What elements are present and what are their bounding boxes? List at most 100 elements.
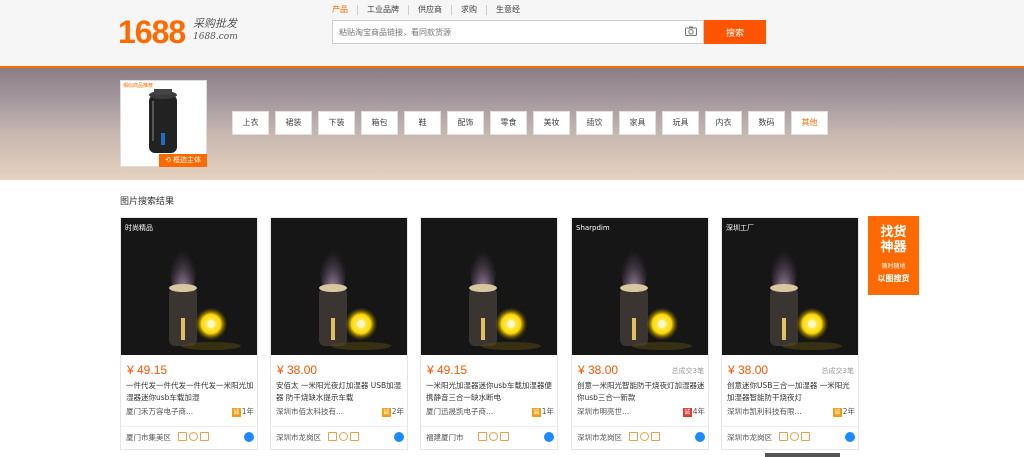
search-type-nav: 产品 工业品牌 供应商 求购 生意经 — [332, 5, 529, 15]
product-image[interactable]: Sharpdim — [572, 218, 708, 355]
service-badge-icon — [350, 432, 359, 441]
product-price: ¥ 49.15 — [427, 363, 468, 377]
category-underwear[interactable]: 内衣 — [705, 111, 742, 135]
category-tops[interactable]: 上衣 — [232, 111, 269, 135]
category-toys[interactable]: 玩具 — [662, 111, 699, 135]
image-brand-label: 深圳工厂 — [726, 224, 754, 232]
humidifier-photo — [121, 218, 257, 355]
product-price: ¥ 49.15 — [127, 363, 168, 377]
promo-sub-2: 以图搜货 — [877, 274, 910, 283]
membership-years: 诚 1年 — [231, 406, 254, 417]
price-row: ¥ 38.00 总成交3笔 — [728, 363, 854, 377]
product-image[interactable]: 时尚精品 — [121, 218, 257, 355]
category-accessories[interactable]: 配饰 — [447, 111, 484, 135]
service-badge-icon — [328, 432, 337, 441]
chengxintong-icon: 诚 — [531, 407, 541, 417]
product-title[interactable]: 安佰太 一米阳光夜灯加湿器 USB加湿器 防干烧缺水提示车载 — [276, 380, 404, 404]
shop-location: 厦门市集美区 — [126, 433, 171, 442]
find-goods-promo[interactable]: 找货 神器 随时随地 以图搜货 — [868, 216, 919, 295]
search-input[interactable] — [333, 21, 673, 43]
chat-icon[interactable] — [845, 432, 855, 442]
years-text: 4年 — [692, 407, 705, 416]
crop-icon: ⟲ — [164, 156, 174, 164]
promo-sub-1: 随时随地 — [881, 263, 906, 270]
camera-icon[interactable] — [685, 26, 697, 36]
category-snacks[interactable]: 零食 — [490, 111, 527, 135]
chat-icon[interactable] — [695, 432, 705, 442]
category-dresses[interactable]: 裙装 — [275, 111, 312, 135]
nav-suppliers[interactable]: 供应商 — [408, 5, 451, 15]
product-card[interactable]: Sharpdim ¥ 38.00 总成交3笔 创意一米阳光智能防干烧夜灯加湿器迷… — [571, 217, 709, 450]
category-digital[interactable]: 数码 — [748, 111, 785, 135]
chengxintong-icon: 诚 — [231, 407, 241, 417]
category-beauty[interactable]: 美妆 — [533, 111, 570, 135]
shop-row: 深圳市凯利科技有限... 诚 2年 — [727, 406, 855, 418]
years-text: 2年 — [391, 407, 404, 416]
chengxintong-icon: 诚 — [832, 407, 842, 417]
product-image[interactable] — [421, 218, 557, 355]
horizontal-scrollbar[interactable] — [765, 453, 840, 457]
product-title[interactable]: 创意一米阳光智能防干烧夜灯加湿器迷你usb三合一新款 — [577, 380, 705, 404]
category-shoes[interactable]: 鞋 — [404, 111, 441, 135]
service-badge-icon — [178, 432, 187, 441]
product-card[interactable]: ¥ 49.15 一米阳光加湿器迷你usb车载加湿器便携静音三合一缺水断电 厦门迅… — [420, 217, 558, 450]
product-price: ¥ 38.00 — [277, 363, 318, 377]
location-row: 厦门市集美区 — [126, 432, 254, 444]
card-divider — [421, 426, 557, 427]
search-button[interactable]: 搜索 — [704, 20, 766, 44]
guarantee-badge-icon — [640, 432, 649, 441]
guarantee-badge-icon — [489, 432, 498, 441]
price-row: ¥ 38.00 总成交3笔 — [578, 363, 704, 377]
location-row: 深圳市龙岗区 — [577, 432, 705, 444]
service-badge-icon — [478, 432, 487, 441]
product-image[interactable] — [271, 218, 407, 355]
shop-name[interactable]: 深圳市明亮世... — [577, 407, 629, 416]
chat-icon[interactable] — [394, 432, 404, 442]
shop-name[interactable]: 深圳市凯利科技有限... — [727, 407, 802, 416]
location-row: 福建厦门市 — [426, 432, 554, 444]
nav-industrial-brands[interactable]: 工业品牌 — [357, 5, 408, 15]
chat-icon[interactable] — [544, 432, 554, 442]
humidifier-photo — [271, 218, 407, 355]
nav-buying-requests[interactable]: 求购 — [451, 5, 486, 15]
service-badges — [328, 432, 361, 441]
results-heading: 图片搜索结果 — [120, 197, 175, 207]
product-title[interactable]: 创意迷你USB三合一加湿器 一米阳光加湿器智能防干烧夜灯 — [727, 380, 855, 404]
shop-location: 深圳市龙岗区 — [577, 433, 622, 442]
membership-years: 诚 1年 — [531, 406, 554, 417]
service-badges — [478, 432, 511, 441]
nav-products[interactable]: 产品 — [332, 5, 357, 15]
category-bags[interactable]: 箱包 — [361, 111, 398, 135]
query-image-thumbnail[interactable]: 相似商品推荐 ⟲ 框选主体 — [120, 80, 207, 167]
product-card[interactable]: 时尚精品 ¥ 49.15 一件代发一件代发一件代发一米阳光加湿器迷你usb车载加… — [120, 217, 258, 450]
chat-icon[interactable] — [244, 432, 254, 442]
category-furniture[interactable]: 家具 — [619, 111, 656, 135]
price-row: ¥ 49.15 — [127, 363, 253, 377]
category-drinks[interactable]: 插饮 — [576, 111, 613, 135]
product-card[interactable]: ¥ 38.00 安佰太 一米阳光夜灯加湿器 USB加湿器 防干烧缺水提示车载 深… — [270, 217, 408, 450]
nav-business-talk[interactable]: 生意经 — [486, 5, 529, 15]
service-badge-icon — [500, 432, 509, 441]
select-subject-button[interactable]: ⟲ 框选主体 — [159, 154, 207, 167]
category-bottoms[interactable]: 下装 — [318, 111, 355, 135]
product-image[interactable]: 深圳工厂 — [722, 218, 858, 355]
shop-name[interactable]: 厦门禾万容电子商... — [126, 407, 193, 416]
shop-name[interactable]: 厦门迅晟凯电子商... — [426, 407, 493, 416]
humidifier-photo — [572, 218, 708, 355]
shop-name[interactable]: 深圳市佰太科技有... — [276, 407, 343, 416]
humidifier-photo — [421, 218, 557, 355]
location-row: 深圳市龙岗区 — [727, 432, 855, 444]
membership-years: 诚 2年 — [381, 406, 404, 417]
years-text: 2年 — [842, 407, 855, 416]
category-other[interactable]: 其他 — [791, 111, 828, 135]
guarantee-badge-icon — [790, 432, 799, 441]
logo-1688[interactable]: 1688 — [118, 14, 186, 51]
logo-subtitle: 采购批发 — [193, 17, 237, 30]
product-card[interactable]: 深圳工厂 ¥ 38.00 总成交3笔 创意迷你USB三合一加湿器 一米阳光加湿器… — [721, 217, 859, 450]
sales-count: 总成交3笔 — [671, 367, 704, 375]
price-row: ¥ 49.15 — [427, 363, 553, 377]
location-row: 深圳市龙岗区 — [276, 432, 404, 444]
product-title[interactable]: 一件代发一件代发一件代发一米阳光加湿器迷你usb车载加湿 — [126, 380, 254, 404]
product-title[interactable]: 一米阳光加湿器迷你usb车载加湿器便携静音三合一缺水断电 — [426, 380, 554, 404]
select-subject-label: 框选主体 — [173, 156, 202, 164]
